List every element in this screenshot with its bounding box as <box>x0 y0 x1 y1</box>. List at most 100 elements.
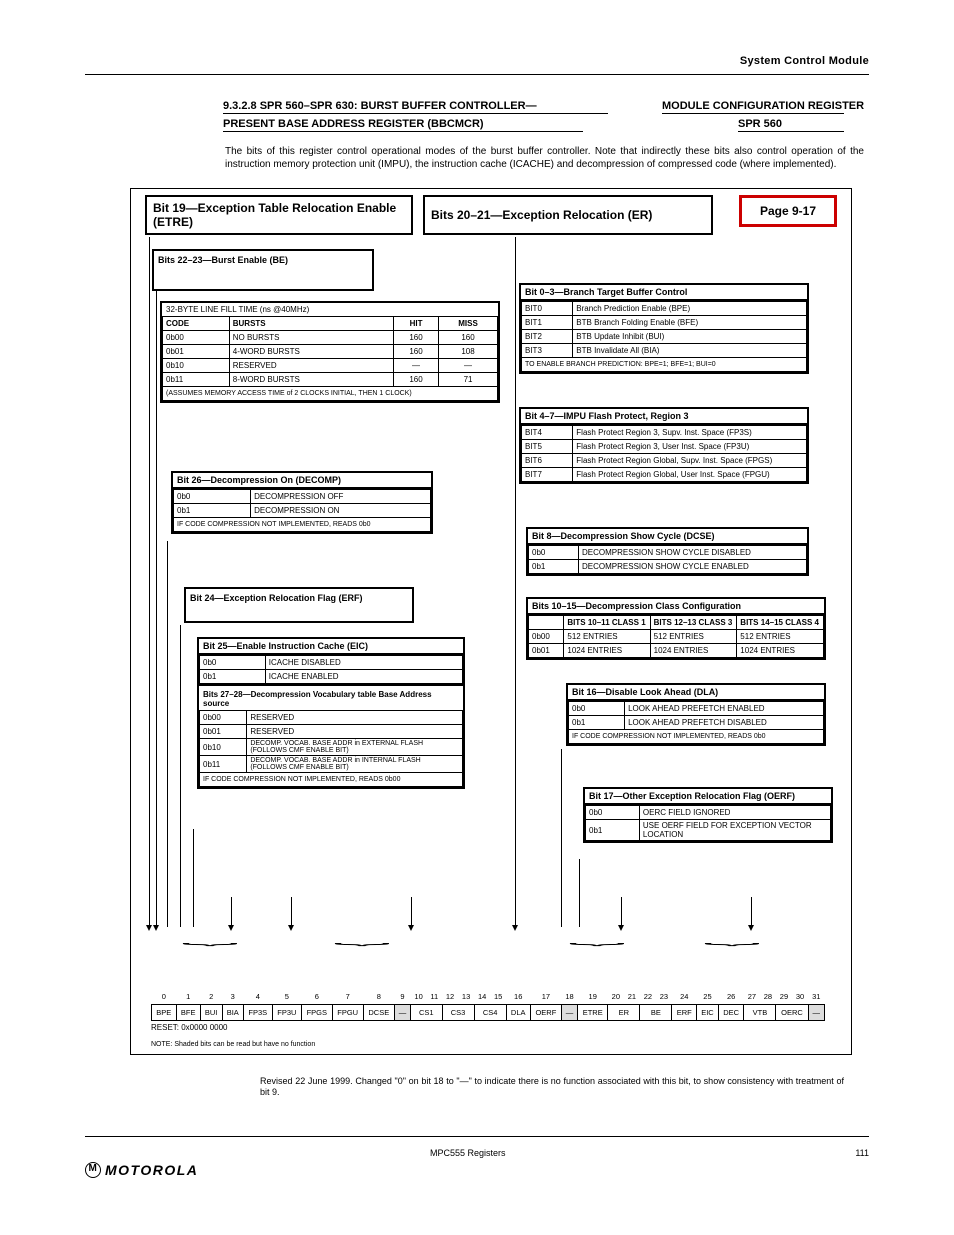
td: BIT5 <box>522 440 573 454</box>
box-fp: Bit 4–7—IMPU Flash Protect, Region 3 BIT… <box>519 407 809 484</box>
bit-num: 11 <box>427 989 442 1005</box>
td: BTB Invalidate All (BIA) <box>573 344 807 358</box>
td: 160 <box>439 331 498 345</box>
td: BIT4 <box>522 426 573 440</box>
page-num: 111 <box>855 1148 869 1158</box>
td: DECOMPRESSION SHOW CYCLE ENABLED <box>579 560 807 574</box>
bit-num: 3 <box>222 989 243 1005</box>
td: Flash Protect Region 3, Supv. Inst. Spac… <box>573 426 807 440</box>
bit-num: 26 <box>718 989 744 1005</box>
be-head: 32-BYTE LINE FILL TIME (ns @40MHz) <box>162 303 498 316</box>
bit-num: 29 <box>776 989 792 1005</box>
th: HIT <box>393 317 438 331</box>
bit-num: 24 <box>672 989 697 1005</box>
box-dla: Bit 16—Disable Look Ahead (DLA) 0b0LOOK … <box>566 683 826 746</box>
box-etre: Bit 19—Exception Table Relocation Enable… <box>145 195 413 235</box>
td: 0b1 <box>174 504 251 518</box>
th: CODE <box>163 317 230 331</box>
arrow <box>167 541 168 927</box>
description-para: The bits of this register control operat… <box>225 146 864 171</box>
td: 0b0 <box>200 656 266 670</box>
td: 1024 ENTRIES <box>650 644 737 658</box>
td: DECOMPRESSION OFF <box>251 490 431 504</box>
brace-icon: ⏟ <box>569 928 626 946</box>
bit-label: DLA <box>506 1005 530 1021</box>
td: 512 ENTRIES <box>737 630 824 644</box>
bit-label: CS4 <box>474 1005 506 1021</box>
bit-num: 12 <box>442 989 458 1005</box>
header-rule <box>85 74 869 75</box>
bit-num: 31 <box>808 989 824 1005</box>
bit-num: 25 <box>697 989 719 1005</box>
td: BIT6 <box>522 454 573 468</box>
table-dla: 0b0LOOK AHEAD PREFETCH ENABLED 0b1LOOK A… <box>568 701 824 744</box>
bit-label: FPGU <box>332 1005 363 1021</box>
bit-num: 18 <box>561 989 577 1005</box>
underline <box>662 113 844 114</box>
td: 0b01 <box>200 725 247 739</box>
bit-label: VTB <box>744 1005 776 1021</box>
td: 0b01 <box>529 644 564 658</box>
box-eic: Bit 25—Enable Instruction Cache (EIC) 0b… <box>197 637 465 789</box>
td: 0b00 <box>529 630 564 644</box>
box-dcc: Bits 10–15—Decompression Class Configura… <box>526 597 826 660</box>
td: LOOK AHEAD PREFETCH ENABLED <box>625 702 824 716</box>
td: BIT2 <box>522 330 573 344</box>
table-dcc: BITS 10–11 CLASS 1BITS 12–13 CLASS 3BITS… <box>528 615 824 658</box>
decomp-title: Bit 26—Decompression On (DECOMP) <box>173 473 431 489</box>
td: USE OERF FIELD FOR EXCEPTION VECTOR LOCA… <box>639 820 830 841</box>
td: BTB Branch Folding Enable (BFE) <box>573 316 807 330</box>
bit-num: 8 <box>363 989 394 1005</box>
td: Branch Prediction Enable (BPE) <box>573 302 807 316</box>
underline <box>738 131 844 132</box>
td: 4-WORD BURSTS <box>229 345 393 359</box>
table-fp: BIT4Flash Protect Region 3, Supv. Inst. … <box>521 425 807 482</box>
arrow <box>193 829 194 927</box>
td: 0b0 <box>569 702 625 716</box>
td: IF CODE COMPRESSION NOT IMPLEMENTED, REA… <box>200 773 463 787</box>
th: BITS 14–15 CLASS 4 <box>737 616 824 630</box>
arrow <box>621 897 622 927</box>
arrowhead-icon <box>512 925 518 931</box>
td: 512 ENTRIES <box>650 630 737 644</box>
bit-label: OERC <box>776 1005 808 1021</box>
td: DECOMPRESSION ON <box>251 504 431 518</box>
bit-num: 30 <box>792 989 808 1005</box>
arrow <box>751 897 752 927</box>
td: DECOMP. VOCAB. BASE ADDR in INTERNAL FLA… <box>247 756 463 773</box>
bit-label: EIC <box>697 1005 719 1021</box>
bit-num: 16 <box>506 989 530 1005</box>
arrow <box>561 749 562 927</box>
btb-title: Bit 0–3—Branch Target Buffer Control <box>521 285 807 301</box>
td: 8-WORD BURSTS <box>229 373 393 387</box>
bit-label: OERF <box>530 1005 561 1021</box>
bit-num: 20 <box>608 989 624 1005</box>
bit-num: 21 <box>624 989 640 1005</box>
table-be: CODEBURSTSHITMISS 0b00NO BURSTS160160 0b… <box>162 316 498 401</box>
td: 0b0 <box>174 490 251 504</box>
arrowhead-icon <box>146 925 152 931</box>
td: IF CODE COMPRESSION NOT IMPLEMENTED, REA… <box>174 518 431 532</box>
table-btb: BIT0Branch Prediction Enable (BPE) BIT1B… <box>521 301 807 372</box>
box-oerf: Bit 17—Other Exception Relocation Flag (… <box>583 787 833 843</box>
oerf-title: Bit 17—Other Exception Relocation Flag (… <box>585 789 831 805</box>
bit-num: 4 <box>243 989 272 1005</box>
bit-label: BFE <box>176 1005 200 1021</box>
td: 0b11 <box>163 373 230 387</box>
dcc-title: Bits 10–15—Decompression Class Configura… <box>528 599 824 615</box>
box-er: Bits 20–21—Exception Relocation (ER) <box>423 195 713 235</box>
td: ICACHE ENABLED <box>265 670 462 684</box>
box-erf: Bit 24—Exception Relocation Flag (ERF) <box>184 587 414 623</box>
bit-label: FPGS <box>301 1005 332 1021</box>
table-dcse: 0b0DECOMPRESSION SHOW CYCLE DISABLED 0b1… <box>528 545 807 574</box>
th: BITS 12–13 CLASS 3 <box>650 616 737 630</box>
bit-num: 13 <box>458 989 474 1005</box>
table-oerf: 0b0OERC FIELD IGNORED 0b1USE OERF FIELD … <box>585 805 831 841</box>
td: 0b10 <box>163 359 230 373</box>
bit-label: DCSE <box>363 1005 394 1021</box>
bit-register: 0123456789101112131415161718192021222324… <box>151 989 825 1033</box>
td: 1024 ENTRIES <box>564 644 650 658</box>
table-bits: 0123456789101112131415161718192021222324… <box>151 989 825 1022</box>
td: 0b10 <box>200 739 247 756</box>
bit-num: 22 <box>640 989 656 1005</box>
